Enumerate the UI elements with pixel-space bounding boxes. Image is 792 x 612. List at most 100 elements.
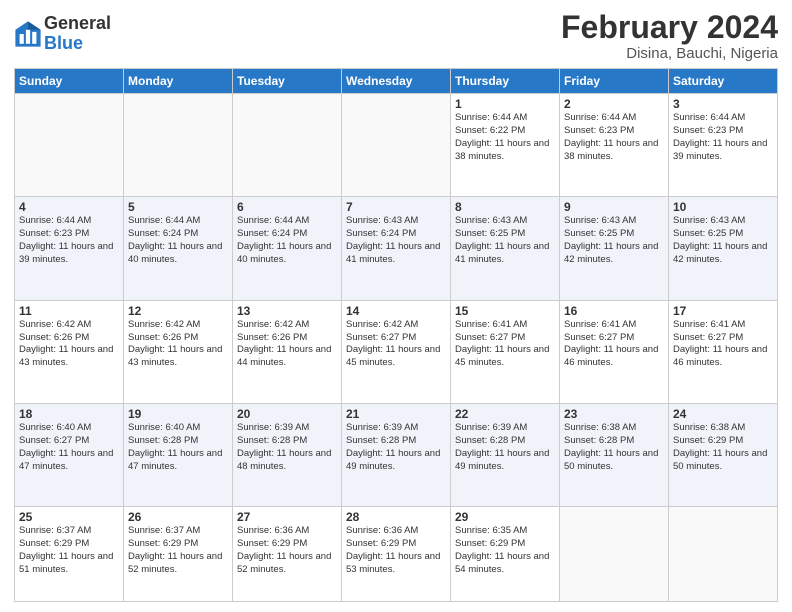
- day-number: 2: [564, 97, 664, 111]
- calendar-cell: 27Sunrise: 6:36 AM Sunset: 6:29 PM Dayli…: [233, 507, 342, 602]
- day-number: 18: [19, 407, 119, 421]
- day-number: 14: [346, 304, 446, 318]
- col-monday: Monday: [124, 69, 233, 94]
- day-info: Sunrise: 6:36 AM Sunset: 6:29 PM Dayligh…: [237, 525, 337, 576]
- col-saturday: Saturday: [669, 69, 778, 94]
- calendar-week-row: 18Sunrise: 6:40 AM Sunset: 6:27 PM Dayli…: [15, 404, 778, 507]
- logo-icon: [14, 20, 42, 48]
- day-number: 19: [128, 407, 228, 421]
- title-block: February 2024 Disina, Bauchi, Nigeria: [561, 10, 778, 62]
- header-row: Sunday Monday Tuesday Wednesday Thursday…: [15, 69, 778, 94]
- day-number: 5: [128, 200, 228, 214]
- day-number: 17: [673, 304, 773, 318]
- day-info: Sunrise: 6:44 AM Sunset: 6:23 PM Dayligh…: [564, 112, 664, 163]
- day-info: Sunrise: 6:44 AM Sunset: 6:24 PM Dayligh…: [237, 215, 337, 266]
- calendar-cell: 24Sunrise: 6:38 AM Sunset: 6:29 PM Dayli…: [669, 404, 778, 507]
- logo-blue-text: Blue: [44, 34, 111, 54]
- calendar-week-row: 1Sunrise: 6:44 AM Sunset: 6:22 PM Daylig…: [15, 94, 778, 197]
- day-number: 20: [237, 407, 337, 421]
- day-info: Sunrise: 6:39 AM Sunset: 6:28 PM Dayligh…: [346, 422, 446, 473]
- day-info: Sunrise: 6:43 AM Sunset: 6:25 PM Dayligh…: [673, 215, 773, 266]
- calendar-week-row: 11Sunrise: 6:42 AM Sunset: 6:26 PM Dayli…: [15, 300, 778, 403]
- day-number: 28: [346, 510, 446, 524]
- day-number: 7: [346, 200, 446, 214]
- calendar-cell: 10Sunrise: 6:43 AM Sunset: 6:25 PM Dayli…: [669, 197, 778, 300]
- day-number: 24: [673, 407, 773, 421]
- day-info: Sunrise: 6:40 AM Sunset: 6:27 PM Dayligh…: [19, 422, 119, 473]
- day-info: Sunrise: 6:38 AM Sunset: 6:29 PM Dayligh…: [673, 422, 773, 473]
- calendar-cell: 28Sunrise: 6:36 AM Sunset: 6:29 PM Dayli…: [342, 507, 451, 602]
- calendar-cell: [342, 94, 451, 197]
- header: General Blue February 2024 Disina, Bauch…: [14, 10, 778, 62]
- day-number: 21: [346, 407, 446, 421]
- calendar-cell: 2Sunrise: 6:44 AM Sunset: 6:23 PM Daylig…: [560, 94, 669, 197]
- calendar-cell: 11Sunrise: 6:42 AM Sunset: 6:26 PM Dayli…: [15, 300, 124, 403]
- day-info: Sunrise: 6:43 AM Sunset: 6:24 PM Dayligh…: [346, 215, 446, 266]
- calendar-week-row: 4Sunrise: 6:44 AM Sunset: 6:23 PM Daylig…: [15, 197, 778, 300]
- day-info: Sunrise: 6:38 AM Sunset: 6:28 PM Dayligh…: [564, 422, 664, 473]
- col-sunday: Sunday: [15, 69, 124, 94]
- col-thursday: Thursday: [451, 69, 560, 94]
- day-number: 9: [564, 200, 664, 214]
- day-number: 10: [673, 200, 773, 214]
- calendar-cell: 16Sunrise: 6:41 AM Sunset: 6:27 PM Dayli…: [560, 300, 669, 403]
- day-number: 6: [237, 200, 337, 214]
- calendar-cell: 13Sunrise: 6:42 AM Sunset: 6:26 PM Dayli…: [233, 300, 342, 403]
- calendar-cell: 26Sunrise: 6:37 AM Sunset: 6:29 PM Dayli…: [124, 507, 233, 602]
- calendar-cell: 17Sunrise: 6:41 AM Sunset: 6:27 PM Dayli…: [669, 300, 778, 403]
- day-info: Sunrise: 6:35 AM Sunset: 6:29 PM Dayligh…: [455, 525, 555, 576]
- calendar-cell: 1Sunrise: 6:44 AM Sunset: 6:22 PM Daylig…: [451, 94, 560, 197]
- day-number: 25: [19, 510, 119, 524]
- calendar-cell: 22Sunrise: 6:39 AM Sunset: 6:28 PM Dayli…: [451, 404, 560, 507]
- calendar-cell: 19Sunrise: 6:40 AM Sunset: 6:28 PM Dayli…: [124, 404, 233, 507]
- calendar-cell: [124, 94, 233, 197]
- day-number: 29: [455, 510, 555, 524]
- day-info: Sunrise: 6:42 AM Sunset: 6:27 PM Dayligh…: [346, 319, 446, 370]
- day-info: Sunrise: 6:44 AM Sunset: 6:24 PM Dayligh…: [128, 215, 228, 266]
- calendar-cell: 4Sunrise: 6:44 AM Sunset: 6:23 PM Daylig…: [15, 197, 124, 300]
- day-info: Sunrise: 6:44 AM Sunset: 6:23 PM Dayligh…: [673, 112, 773, 163]
- day-info: Sunrise: 6:43 AM Sunset: 6:25 PM Dayligh…: [455, 215, 555, 266]
- day-number: 27: [237, 510, 337, 524]
- day-info: Sunrise: 6:37 AM Sunset: 6:29 PM Dayligh…: [128, 525, 228, 576]
- calendar-table: Sunday Monday Tuesday Wednesday Thursday…: [14, 68, 778, 602]
- day-number: 22: [455, 407, 555, 421]
- page: General Blue February 2024 Disina, Bauch…: [0, 0, 792, 612]
- day-info: Sunrise: 6:42 AM Sunset: 6:26 PM Dayligh…: [19, 319, 119, 370]
- calendar-title: February 2024: [561, 10, 778, 45]
- calendar-cell: [669, 507, 778, 602]
- calendar-cell: 25Sunrise: 6:37 AM Sunset: 6:29 PM Dayli…: [15, 507, 124, 602]
- calendar-cell: 12Sunrise: 6:42 AM Sunset: 6:26 PM Dayli…: [124, 300, 233, 403]
- calendar-cell: 29Sunrise: 6:35 AM Sunset: 6:29 PM Dayli…: [451, 507, 560, 602]
- day-number: 3: [673, 97, 773, 111]
- calendar-cell: 3Sunrise: 6:44 AM Sunset: 6:23 PM Daylig…: [669, 94, 778, 197]
- logo-general-text: General: [44, 14, 111, 34]
- day-number: 4: [19, 200, 119, 214]
- calendar-cell: 8Sunrise: 6:43 AM Sunset: 6:25 PM Daylig…: [451, 197, 560, 300]
- day-number: 16: [564, 304, 664, 318]
- calendar-cell: 18Sunrise: 6:40 AM Sunset: 6:27 PM Dayli…: [15, 404, 124, 507]
- calendar-cell: 7Sunrise: 6:43 AM Sunset: 6:24 PM Daylig…: [342, 197, 451, 300]
- day-number: 15: [455, 304, 555, 318]
- logo-text: General Blue: [44, 14, 111, 54]
- day-info: Sunrise: 6:41 AM Sunset: 6:27 PM Dayligh…: [673, 319, 773, 370]
- logo: General Blue: [14, 14, 111, 54]
- day-info: Sunrise: 6:39 AM Sunset: 6:28 PM Dayligh…: [455, 422, 555, 473]
- calendar-cell: [15, 94, 124, 197]
- day-number: 12: [128, 304, 228, 318]
- calendar-subtitle: Disina, Bauchi, Nigeria: [561, 45, 778, 62]
- day-info: Sunrise: 6:44 AM Sunset: 6:22 PM Dayligh…: [455, 112, 555, 163]
- day-info: Sunrise: 6:43 AM Sunset: 6:25 PM Dayligh…: [564, 215, 664, 266]
- calendar-cell: 15Sunrise: 6:41 AM Sunset: 6:27 PM Dayli…: [451, 300, 560, 403]
- day-info: Sunrise: 6:40 AM Sunset: 6:28 PM Dayligh…: [128, 422, 228, 473]
- day-number: 13: [237, 304, 337, 318]
- day-info: Sunrise: 6:39 AM Sunset: 6:28 PM Dayligh…: [237, 422, 337, 473]
- col-wednesday: Wednesday: [342, 69, 451, 94]
- day-info: Sunrise: 6:42 AM Sunset: 6:26 PM Dayligh…: [128, 319, 228, 370]
- calendar-cell: [233, 94, 342, 197]
- calendar-week-row: 25 Sunrise: 6:37 AM Sunset: 6:29 PM Dayli…: [15, 507, 778, 602]
- day-number: 26: [128, 510, 228, 524]
- calendar-cell: [560, 507, 669, 602]
- calendar-cell: 14Sunrise: 6:42 AM Sunset: 6:27 PM Dayli…: [342, 300, 451, 403]
- day-info: Sunrise: 6:41 AM Sunset: 6:27 PM Dayligh…: [455, 319, 555, 370]
